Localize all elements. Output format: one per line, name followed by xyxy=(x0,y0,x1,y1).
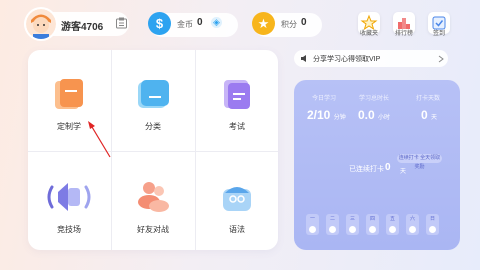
menu-label-grammar: 语法 xyxy=(229,225,245,234)
today-label: 今日学习 xyxy=(312,96,337,102)
total-value: 0.0 小时 xyxy=(358,108,390,122)
day-label: 日 xyxy=(429,216,435,222)
menu-item-grammar[interactable] xyxy=(196,152,278,250)
score-label: 积分 xyxy=(281,20,297,29)
coin-icon: $ xyxy=(148,12,171,35)
streak-unit: 天 xyxy=(400,169,407,175)
notice-text: 分享学习心得领取VIP xyxy=(313,56,381,63)
today-value: 2/10 分钟 xyxy=(307,108,346,122)
menu-label-custom-study: 定制学 xyxy=(57,122,81,131)
coin-label: 金币 xyxy=(177,20,193,29)
day-coin-icon xyxy=(309,226,316,233)
grammar-icon xyxy=(223,187,251,211)
friend-battle-icon xyxy=(138,182,169,212)
menu-item-friend-battle[interactable] xyxy=(112,152,195,250)
day-label: 三 xyxy=(349,216,355,222)
menu-item-category[interactable] xyxy=(112,50,195,151)
checkin-label: 签到 xyxy=(432,31,445,37)
day-coin-icon xyxy=(349,226,356,233)
day-label: 二 xyxy=(329,216,335,222)
checkin-days-label: 打卡天数 xyxy=(416,96,441,102)
arena-icon xyxy=(47,183,91,211)
day-label: 一 xyxy=(309,216,315,222)
score-value: 0 xyxy=(301,17,307,28)
day-coin-icon xyxy=(369,226,376,233)
coin-value: 0 xyxy=(197,17,203,28)
day-coin-icon xyxy=(389,226,396,233)
category-icon xyxy=(138,80,169,108)
speaker-icon xyxy=(301,55,306,62)
menu-item-custom-study[interactable] xyxy=(28,50,111,151)
day-coin-icon xyxy=(329,226,336,233)
today-unit: 分钟 xyxy=(333,115,346,121)
streak-label: 已连续打卡 xyxy=(349,166,384,173)
day-coin-icon xyxy=(409,226,416,233)
checkin-days-unit: 天 xyxy=(431,115,438,121)
custom-study-icon xyxy=(55,79,83,109)
menu-item-arena[interactable] xyxy=(28,152,111,250)
menu-label-friend-battle: 好友对战 xyxy=(137,225,169,234)
day-label: 六 xyxy=(409,216,415,222)
day-label: 四 xyxy=(369,216,375,222)
id-card-icon[interactable] xyxy=(116,17,127,29)
total-unit: 小时 xyxy=(378,115,391,121)
menu-label-category: 分类 xyxy=(145,122,161,131)
total-number: 0.0 xyxy=(358,108,375,122)
today-number: 2/10 xyxy=(307,108,331,122)
checkin-days-value: 0 天 xyxy=(421,108,437,122)
menu-item-exam[interactable] xyxy=(196,50,278,151)
ranking-label: 排行榜 xyxy=(394,31,413,37)
exam-icon xyxy=(224,80,250,109)
checkin-days-number: 0 xyxy=(421,108,428,122)
streak-value: 0 xyxy=(385,162,391,173)
total-label: 学习总时长 xyxy=(359,96,390,102)
day-label: 五 xyxy=(389,216,395,222)
add-coin-icon[interactable]: ◈ xyxy=(211,17,222,28)
username: 游客4706 xyxy=(61,22,104,33)
menu-label-exam: 考试 xyxy=(229,122,245,131)
menu-label-arena: 竞技场 xyxy=(57,225,81,234)
favorites-label: 收藏夹 xyxy=(359,31,378,37)
chevron-right-icon xyxy=(438,55,444,63)
reward-badge[interactable]: 连续打卡 全天领取奖励 xyxy=(397,154,442,170)
day-gift-icon xyxy=(429,226,436,233)
avatar[interactable] xyxy=(26,9,56,39)
score-star-icon: ★ xyxy=(252,12,275,35)
